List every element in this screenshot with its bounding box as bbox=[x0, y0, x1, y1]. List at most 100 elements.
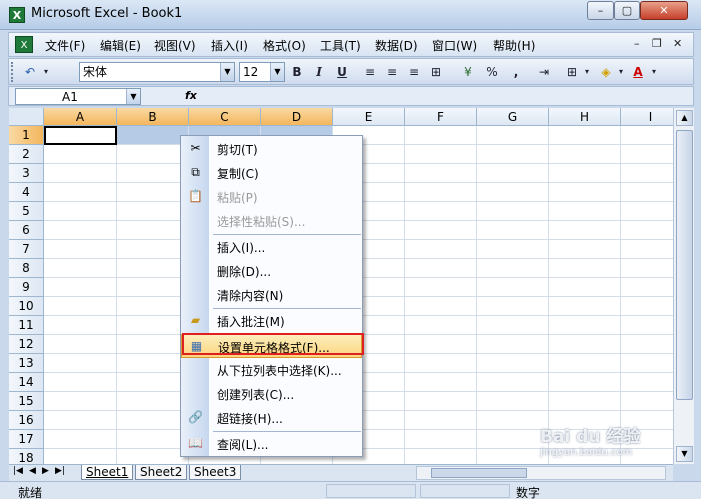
row-header-11[interactable]: 11 bbox=[9, 316, 44, 335]
align-left-icon[interactable]: ≡ bbox=[361, 63, 379, 81]
menu-item-cut[interactable]: ✂ 剪切(T) bbox=[181, 137, 362, 161]
excel-app-icon[interactable]: X bbox=[9, 7, 25, 23]
doc-minimize-button[interactable]: – bbox=[634, 37, 640, 50]
column-header-i[interactable]: I bbox=[621, 108, 673, 126]
minimize-button[interactable]: – bbox=[587, 1, 614, 20]
row-header-4[interactable]: 4 bbox=[9, 183, 44, 202]
menu-item-clear-contents[interactable]: 清除内容(N) bbox=[181, 283, 362, 307]
font-size-select[interactable]: 12 ▼ bbox=[239, 62, 285, 82]
row-header-8[interactable]: 8 bbox=[9, 259, 44, 278]
title-bar: X Microsoft Excel - Book1 – ▢ ✕ bbox=[0, 0, 701, 30]
menu-item-copy[interactable]: ⧉ 复制(C) bbox=[181, 161, 362, 185]
insert-function-icon[interactable]: fx bbox=[185, 89, 197, 102]
prev-sheet-icon[interactable]: ◀ bbox=[29, 466, 36, 476]
row-header-6[interactable]: 6 bbox=[9, 221, 44, 240]
select-all-button[interactable] bbox=[9, 108, 44, 126]
column-header-a[interactable]: A bbox=[44, 108, 117, 126]
row-header-2[interactable]: 2 bbox=[9, 145, 44, 164]
sheet-tab-1[interactable]: Sheet1 bbox=[81, 465, 134, 480]
percent-button[interactable]: % bbox=[483, 63, 501, 81]
hyperlink-icon: 🔗 bbox=[188, 410, 203, 424]
scissors-icon: ✂ bbox=[190, 141, 201, 155]
font-name-select[interactable]: 宋体 ▼ bbox=[79, 62, 235, 82]
fill-color-icon[interactable]: ◈ bbox=[597, 63, 615, 81]
fill-color-dropdown-icon[interactable]: ▾ bbox=[616, 63, 626, 81]
row-header-12[interactable]: 12 bbox=[9, 335, 44, 354]
column-header-c[interactable]: C bbox=[189, 108, 261, 126]
scroll-up-icon[interactable]: ▲ bbox=[676, 110, 693, 126]
indent-icon[interactable]: ⇥ bbox=[535, 63, 553, 81]
undo-dropdown-icon[interactable]: ▾ bbox=[41, 63, 51, 81]
font-name-value: 宋体 bbox=[83, 65, 108, 79]
row-header-13[interactable]: 13 bbox=[9, 354, 44, 373]
column-header-b[interactable]: B bbox=[117, 108, 189, 126]
maximize-button[interactable]: ▢ bbox=[614, 1, 640, 20]
row-header-16[interactable]: 16 bbox=[9, 411, 44, 430]
italic-button[interactable]: I bbox=[310, 63, 328, 81]
horizontal-scroll-thumb[interactable] bbox=[431, 468, 527, 478]
currency-icon[interactable]: ¥ bbox=[459, 63, 477, 81]
bold-button[interactable]: B bbox=[288, 63, 306, 81]
column-header-g[interactable]: G bbox=[477, 108, 549, 126]
row-header-14[interactable]: 14 bbox=[9, 373, 44, 392]
row-header-15[interactable]: 15 bbox=[9, 392, 44, 411]
menu-edit[interactable]: 编辑(E) bbox=[100, 37, 141, 54]
menu-item-delete[interactable]: 删除(D)... bbox=[181, 259, 362, 283]
borders-icon[interactable]: ⊞ bbox=[563, 63, 581, 81]
menu-view[interactable]: 视图(V) bbox=[154, 37, 196, 54]
column-header-f[interactable]: F bbox=[405, 108, 477, 126]
menu-data[interactable]: 数据(D) bbox=[375, 37, 418, 54]
align-center-icon[interactable]: ≡ bbox=[383, 63, 401, 81]
toolbar-grip[interactable] bbox=[11, 62, 15, 82]
chevron-down-icon[interactable]: ▼ bbox=[270, 63, 284, 81]
doc-close-button[interactable]: ✕ bbox=[673, 37, 682, 50]
next-sheet-icon[interactable]: ▶ bbox=[42, 466, 49, 476]
font-color-dropdown-icon[interactable]: ▾ bbox=[649, 63, 659, 81]
sheet-tab-2[interactable]: Sheet2 bbox=[135, 465, 188, 480]
menu-window[interactable]: 窗口(W) bbox=[432, 37, 477, 54]
row-header-10[interactable]: 10 bbox=[9, 297, 44, 316]
active-cell-a1[interactable] bbox=[44, 126, 117, 145]
first-sheet-icon[interactable]: |◀ bbox=[13, 466, 23, 476]
chevron-down-icon[interactable]: ▼ bbox=[220, 63, 234, 81]
font-color-icon[interactable]: A bbox=[629, 63, 647, 81]
column-header-h[interactable]: H bbox=[549, 108, 621, 126]
menu-insert[interactable]: 插入(I) bbox=[211, 37, 248, 54]
menu-item-research[interactable]: 📖 查阅(L)... bbox=[181, 432, 362, 456]
row-header-1[interactable]: 1 bbox=[9, 126, 44, 145]
vertical-scroll-thumb[interactable] bbox=[676, 130, 693, 400]
row-header-3[interactable]: 3 bbox=[9, 164, 44, 183]
borders-dropdown-icon[interactable]: ▾ bbox=[582, 63, 592, 81]
menu-item-insert[interactable]: 插入(I)... bbox=[181, 235, 362, 259]
name-box[interactable]: A1 ▼ bbox=[15, 88, 141, 105]
doc-restore-button[interactable]: ❐ bbox=[652, 37, 662, 50]
column-header-e[interactable]: E bbox=[333, 108, 405, 126]
vertical-scrollbar[interactable]: ▲ ▼ bbox=[673, 108, 694, 464]
menu-format[interactable]: 格式(O) bbox=[263, 37, 306, 54]
row-header-17[interactable]: 17 bbox=[9, 430, 44, 449]
row-header-9[interactable]: 9 bbox=[9, 278, 44, 297]
row-header-7[interactable]: 7 bbox=[9, 240, 44, 259]
workbook-icon[interactable]: X bbox=[15, 36, 33, 53]
last-sheet-icon[interactable]: ▶| bbox=[55, 466, 65, 476]
research-icon: 📖 bbox=[188, 436, 203, 450]
row-header-18[interactable]: 18 bbox=[9, 449, 44, 464]
column-header-d[interactable]: D bbox=[261, 108, 333, 126]
menu-help[interactable]: 帮助(H) bbox=[493, 37, 535, 54]
comma-button[interactable]: , bbox=[507, 63, 525, 81]
merge-center-icon[interactable]: ⊞ bbox=[427, 63, 445, 81]
underline-button[interactable]: U bbox=[333, 63, 351, 81]
menu-item-insert-comment[interactable]: ▰ 插入批注(M) bbox=[181, 309, 362, 333]
status-panel bbox=[420, 484, 510, 498]
close-button[interactable]: ✕ bbox=[640, 1, 688, 20]
menu-item-hyperlink[interactable]: 🔗 超链接(H)... bbox=[181, 406, 362, 430]
chevron-down-icon[interactable]: ▼ bbox=[126, 89, 140, 104]
menu-item-pick-from-list[interactable]: 从下拉列表中选择(K)... bbox=[181, 358, 362, 382]
menu-tools[interactable]: 工具(T) bbox=[320, 37, 361, 54]
menu-item-create-list[interactable]: 创建列表(C)... bbox=[181, 382, 362, 406]
row-header-5[interactable]: 5 bbox=[9, 202, 44, 221]
align-right-icon[interactable]: ≡ bbox=[405, 63, 423, 81]
undo-icon[interactable]: ↶ bbox=[21, 63, 39, 81]
menu-file[interactable]: 文件(F) bbox=[45, 37, 85, 54]
sheet-tab-3[interactable]: Sheet3 bbox=[189, 465, 242, 480]
